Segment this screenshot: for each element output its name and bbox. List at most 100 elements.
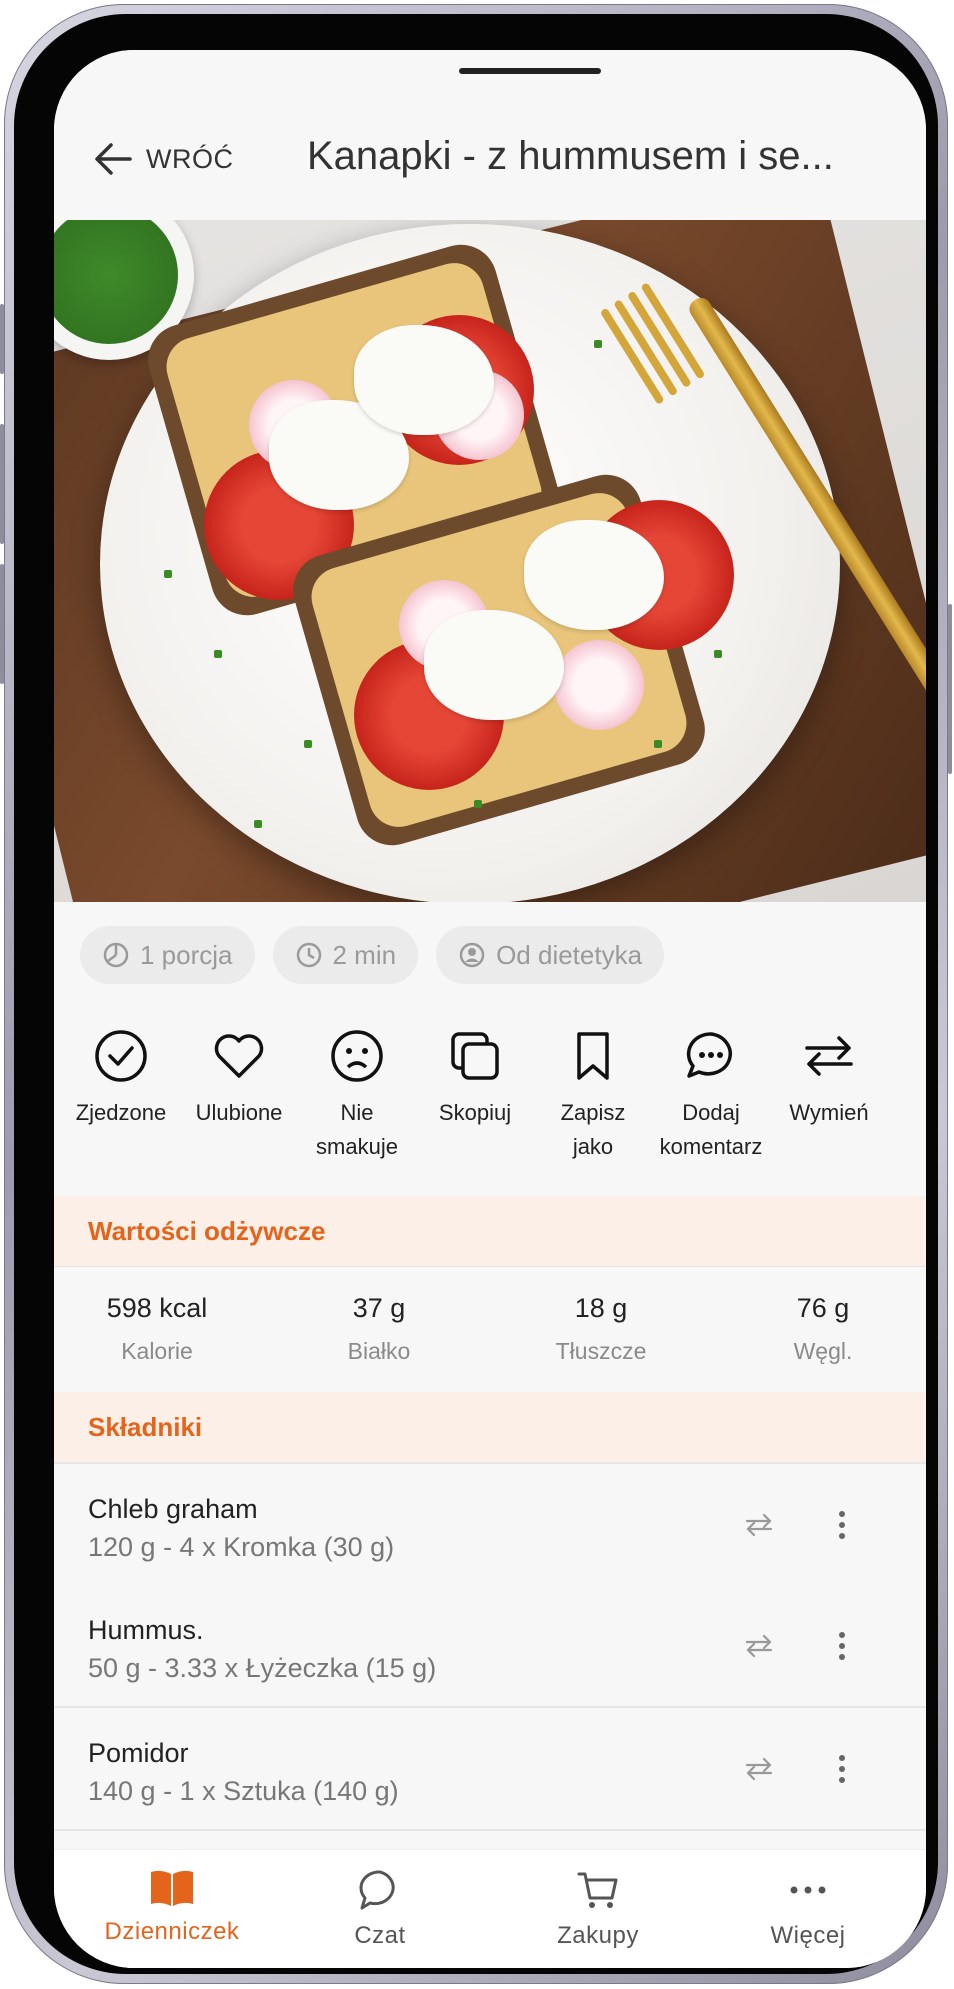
time-chip: 2 min [272,926,419,984]
bottom-navigation: Dzienniczek Czat Zakupy Więcej [54,1850,926,1968]
ingredient-quantity: 50 g - 3.33 x Łyżeczka (15 g) [88,1653,437,1683]
back-label: WRÓĆ [146,143,234,174]
favorite-label: Ulubione [195,1100,283,1125]
nav-item-chat[interactable]: Czat [280,1868,480,1950]
phone-bezel: WRÓĆ Kanapki - z hummusem i se... 1 porc… [14,14,938,1974]
portion-label: 1 porcja [140,939,233,970]
check-circle-icon [95,1030,147,1082]
nutrition-heading-bar: Wartości odżywcze [54,1196,926,1266]
heart-icon [214,1034,264,1078]
dislike-button[interactable]: Nie smakuje [298,1016,416,1164]
back-button[interactable]: WRÓĆ [94,142,233,176]
book-icon [151,1870,193,1906]
chat-icon [359,1870,395,1910]
ingredients-heading: Składniki [88,1412,203,1442]
nav-item-diary[interactable]: Dzienniczek [72,1868,272,1946]
swap-button[interactable]: Wymień [770,1016,888,1130]
cart-icon [577,1872,618,1908]
swap-icon[interactable] [744,1754,774,1784]
chive [164,570,172,578]
author-chip: Od dietetyka [436,926,665,984]
cottage-cheese [354,325,494,435]
swap-label: Wymień [789,1100,869,1125]
save-as-label: Zapisz jako [560,1100,626,1159]
protein-value: 37 g [352,1293,406,1323]
eaten-button[interactable]: Zjedzone [62,1016,180,1130]
swap-icon[interactable] [744,1631,774,1661]
phone-volume-down [0,564,4,684]
save-as-button[interactable]: Zapisz jako [534,1016,652,1164]
ingredient-row[interactable]: Chleb graham 120 g - 4 x Kromka (30 g) [54,1462,926,1587]
chive [214,650,222,658]
ingredient-quantity: 140 g - 1 x Sztuka (140 g) [88,1776,399,1806]
cottage-cheese [424,610,564,720]
arrow-left-icon [95,143,132,175]
ingredient-quantity: 120 g - 4 x Kromka (30 g) [88,1532,395,1562]
ingredient-name: Hummus. [88,1615,204,1645]
ingredient-name: Chleb graham [88,1494,258,1524]
recipe-info-chips: 1 porcja 2 min Od dietetyka [80,926,665,984]
app-screen: WRÓĆ Kanapki - z hummusem i se... 1 porc… [54,50,926,1968]
chive [594,340,602,348]
copy-icon [451,1032,499,1080]
nav-label-diary: Dzienniczek [104,1918,240,1945]
carbs-label: Węgl. [793,1338,853,1364]
phone-power-button [948,604,952,774]
chive [474,800,482,808]
nav-item-shopping[interactable]: Zakupy [498,1868,698,1950]
portion-chip: 1 porcja [80,926,255,984]
nutrition-item-fat: 18 g Tłuszcze [516,1293,686,1365]
chive [654,740,662,748]
more-vertical-icon[interactable] [836,1629,848,1663]
time-label: 2 min [332,939,397,970]
person-icon [459,942,485,968]
page-title: Kanapki - z hummusem i se... [307,134,834,178]
fat-label: Tłuszcze [555,1338,647,1364]
ingredient-row[interactable]: Pomidor 140 g - 1 x Sztuka (140 g) [54,1708,926,1831]
top-app-bar: WRÓĆ Kanapki - z hummusem i se... [54,50,926,220]
nav-label-more: Więcej [770,1922,846,1949]
more-vertical-icon[interactable] [836,1752,848,1786]
swap-icon[interactable] [744,1510,774,1540]
radish-slice [554,640,644,730]
copy-label: Skopiuj [438,1100,512,1125]
chive [714,650,722,658]
add-comment-label: Dodaj komentarz [659,1100,763,1159]
recipe-actions: Zjedzone Ulubione Nie smakuje Skopiuj Za… [54,1016,926,1166]
comment-icon [686,1032,732,1078]
pie-icon [103,942,129,968]
calories-value: 598 kcal [106,1293,208,1323]
protein-label: Białko [347,1338,411,1364]
earpiece-speaker [459,68,601,74]
cottage-cheese [524,520,664,630]
phone-volume-up [0,424,4,544]
author-label: Od dietetyka [496,939,643,970]
ingredients-heading-bar: Składniki [54,1392,926,1462]
more-vertical-icon[interactable] [836,1508,848,1542]
clock-icon [296,942,321,968]
sad-face-icon [331,1030,383,1082]
bookmark-icon [577,1032,609,1080]
add-comment-button[interactable]: Dodaj komentarz [652,1016,770,1164]
fat-value: 18 g [574,1293,628,1323]
recipe-photo [54,220,926,902]
copy-button[interactable]: Skopiuj [416,1016,534,1130]
ingredient-name: Pomidor [88,1738,189,1768]
nutrition-item-carbs: 76 g Węgl. [738,1293,908,1365]
nav-label-chat: Czat [354,1922,406,1949]
phone-frame: WRÓĆ Kanapki - z hummusem i se... 1 porc… [0,4,952,1984]
nav-item-more[interactable]: Więcej [708,1868,908,1950]
nav-label-shopping: Zakupy [557,1922,639,1949]
chive [254,820,262,828]
ingredient-row[interactable]: Hummus. 50 g - 3.33 x Łyżeczka (15 g) [54,1585,926,1708]
eaten-label: Zjedzone [75,1100,167,1125]
calories-label: Kalorie [121,1338,193,1364]
favorite-button[interactable]: Ulubione [180,1016,298,1130]
nutrition-item-protein: 37 g Białko [294,1293,464,1365]
dislike-label: Nie smakuje [316,1100,398,1159]
chive [304,740,312,748]
nutrition-item-calories: 598 kcal Kalorie [72,1293,242,1365]
nutrition-heading: Wartości odżywcze [88,1216,326,1246]
phone-side-button [0,304,4,374]
carbs-value: 76 g [796,1293,850,1323]
